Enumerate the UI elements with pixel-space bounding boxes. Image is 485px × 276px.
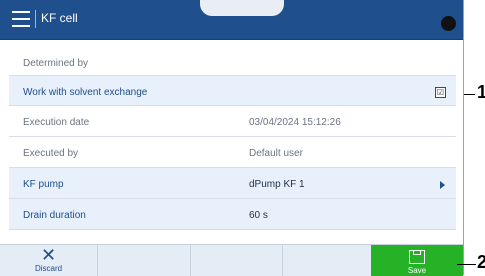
callout-label-1: 1	[477, 82, 485, 102]
save-icon	[409, 250, 425, 264]
chevron-right-icon[interactable]	[440, 181, 445, 189]
discard-button[interactable]: ✕ Discard	[10, 245, 87, 276]
callout-label-2: 2	[477, 252, 485, 272]
save-button[interactable]: Save	[371, 245, 463, 276]
row-label: Execution date	[23, 117, 90, 128]
header-divider	[35, 10, 36, 28]
row-value: Default user	[249, 148, 303, 159]
row-label: Executed by	[23, 148, 79, 159]
solvent-exchange-checkbox[interactable]: ☑	[435, 87, 446, 98]
list-item-determined-by: Determined by	[9, 40, 456, 76]
row-label: Drain duration	[23, 210, 86, 221]
close-icon: ✕	[40, 245, 57, 265]
row-label: Work with solvent exchange	[23, 87, 148, 98]
parameter-list: Determined by Work with solvent exchange…	[9, 40, 456, 236]
row-value: dPump KF 1	[249, 179, 305, 190]
discard-label: Discard	[34, 264, 63, 273]
callout-line-1	[464, 94, 475, 95]
row-label: Determined by	[23, 58, 89, 69]
kf-cell-screen: KF cell Determined by Work with solvent …	[0, 0, 464, 276]
callout-line-2	[457, 264, 476, 265]
page-title: KF cell	[41, 11, 78, 25]
empty-action-slot	[282, 245, 372, 276]
status-indicator-icon	[441, 16, 456, 31]
list-item-solvent-exchange[interactable]: Work with solvent exchange ☑	[9, 76, 456, 106]
empty-action-slot	[190, 245, 283, 276]
row-label: KF pump	[23, 179, 64, 190]
action-bar: ✕ Discard Save	[0, 244, 463, 276]
empty-action-slot	[97, 245, 191, 276]
list-item-execution-date: Execution date 03/04/2024 15:12:26	[9, 106, 456, 137]
row-value: 03/04/2024 15:12:26	[249, 117, 341, 128]
menu-icon[interactable]	[12, 11, 30, 27]
list-item-executed-by: Executed by Default user	[9, 137, 456, 168]
row-value: 60 s	[249, 210, 268, 221]
tab-handle[interactable]	[200, 0, 284, 16]
list-item-drain-duration[interactable]: Drain duration 60 s	[9, 199, 456, 230]
save-label: Save	[407, 266, 427, 275]
header-bar: KF cell	[0, 0, 463, 40]
list-item-kf-pump[interactable]: KF pump dPump KF 1	[9, 168, 456, 199]
